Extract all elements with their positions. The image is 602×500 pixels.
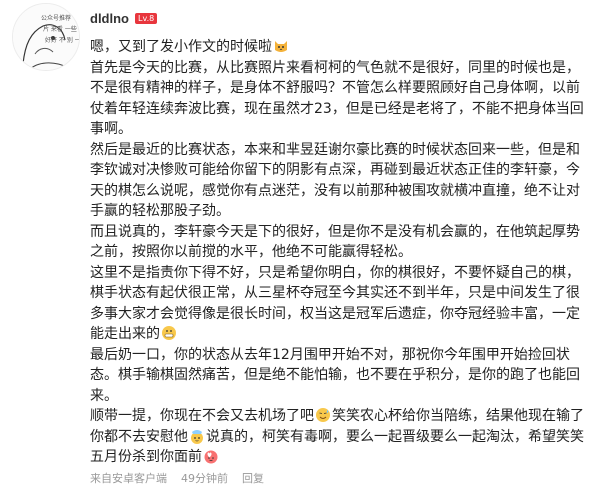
comment-paragraph: 首先是今天的比赛，从比赛照片来看柯柯的气色就不是很好，同里的时候也是，不是很有精… bbox=[90, 58, 592, 140]
comment-text: 最后奶一口，你的状态从去年12月围甲开始不对，那祝你今年围甲开始捡回状态。棋手输… bbox=[90, 346, 580, 404]
heart-face-icon bbox=[203, 448, 219, 464]
comment-text: 顺带一提，你现在不会又去机场了吧 bbox=[90, 408, 314, 424]
comment-paragraph: 这里不是指责你下得不好，只是希望你明白，你的棋很好，不要怀疑自己的棋，棋手状态有… bbox=[90, 263, 592, 345]
comment-paragraph: 嗯，又到了发小作文的时候啦 bbox=[90, 37, 592, 58]
comment-header: dldlno Lv.8 bbox=[90, 7, 158, 29]
comment-paragraph: 最后奶一口，你的状态从去年12月围甲开始不对，那祝你今年围甲开始捡回状态。棋手输… bbox=[90, 345, 592, 407]
username-link[interactable]: dldlno bbox=[90, 11, 129, 26]
comment-body: 嗯，又到了发小作文的时候啦首先是今天的比赛，从比赛照片来看柯柯的气色就不是很好，… bbox=[90, 37, 592, 468]
comment-text: 首先是今天的比赛，从比赛照片来看柯柯的气色就不是很好，同里的时候也是，不是很有精… bbox=[90, 59, 584, 138]
grimace-face-icon bbox=[161, 325, 177, 341]
level-badge: Lv.8 bbox=[135, 12, 158, 24]
comment-text: 嗯，又到了发小作文的时候啦 bbox=[90, 39, 272, 55]
comment-card: 公众号推荐 片 来看 一些 好好 不 别 一 dldlno Lv.8 嗯，又到了… bbox=[0, 0, 602, 500]
pat-head-icon bbox=[189, 428, 205, 444]
comment-paragraph: 然后是最近的比赛状态，本来和芈昱廷谢尔豪比赛的时候状态回来一些，但是和李钦诚对决… bbox=[90, 140, 592, 222]
reply-button[interactable]: 回复 bbox=[242, 470, 264, 486]
comment-meta: 来自安卓客户端 49分钟前 回复 bbox=[90, 470, 264, 486]
timestamp: 49分钟前 bbox=[181, 472, 228, 485]
avatar-text-line: 好好 不 别 一 bbox=[45, 36, 80, 44]
cat-face-icon bbox=[273, 38, 289, 54]
comment-paragraph: 而且说真的，李轩豪今天是下的很好，但是你不是没有机会赢的，在他筑起厚势之前，按照… bbox=[90, 222, 592, 263]
comment-text: 然后是最近的比赛状态，本来和芈昱廷谢尔豪比赛的时候状态回来一些，但是和李钦诚对决… bbox=[90, 141, 580, 220]
comment-paragraph: 顺带一提，你现在不会又去机场了吧 笑笑农心杯给你当陪练，结果他现在输了你都不去安慰… bbox=[90, 406, 592, 468]
comment-text: 而且说真的，李轩豪今天是下的很好，但是你不是没有机会赢的，在他筑起厚势之前，按照… bbox=[90, 223, 580, 261]
avatar-text-line: 片 来看 一些 bbox=[43, 25, 77, 33]
source-client: 来自安卓客户端 bbox=[90, 472, 167, 485]
sweat-smile-icon bbox=[315, 407, 331, 423]
avatar-text-line: 公众号推荐 bbox=[41, 14, 71, 22]
avatar-sketch-icon: 公众号推荐 片 来看 一些 好好 不 别 一 bbox=[13, 4, 80, 70]
user-avatar[interactable]: 公众号推荐 片 来看 一些 好好 不 别 一 bbox=[12, 3, 80, 71]
